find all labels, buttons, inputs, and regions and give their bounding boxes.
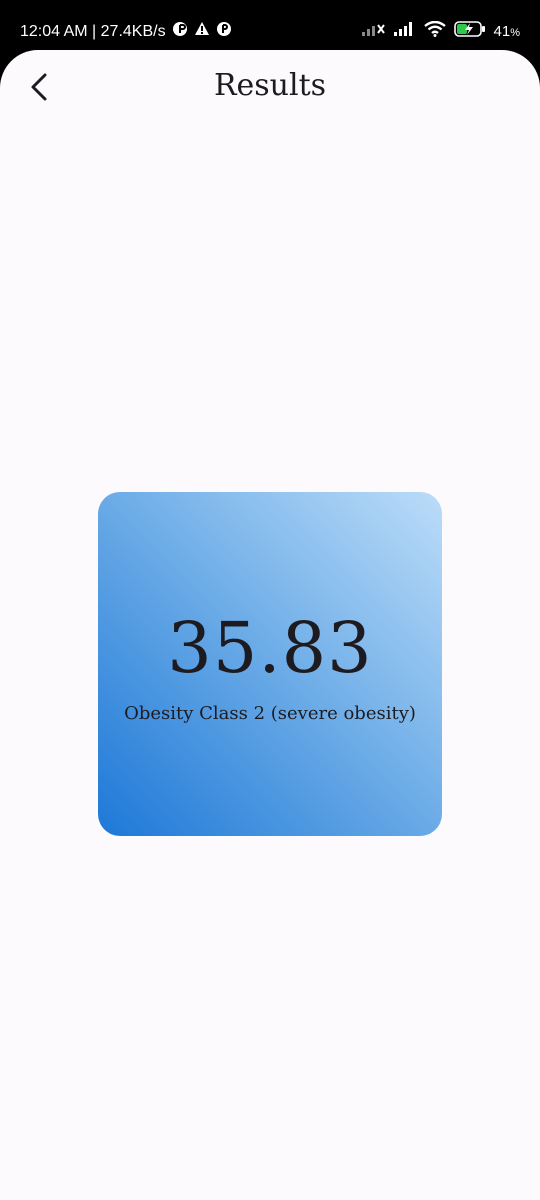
bmi-result-card: 35.83 Obesity Class 2 (severe obesity) [98,492,442,836]
battery-charging-icon [453,21,486,41]
status-bar: 12:04 AM | 27.4KB/s 41% [0,0,540,52]
app-notification-icon-2 [216,21,232,42]
status-right: 41% [361,20,520,41]
signal-no-service-icon [361,22,386,40]
status-time-speed: 12:04 AM | 27.4KB/s [20,22,166,40]
bmi-category: Obesity Class 2 (severe obesity) [124,702,416,724]
warning-icon [194,21,210,42]
bmi-value: 35.83 [167,606,373,689]
status-left: 12:04 AM | 27.4KB/s [20,21,232,42]
app-notification-icon [172,21,188,42]
page-title: Results [213,68,327,103]
results-screen: Results 35.83 Obesity Class 2 (severe ob… [0,50,540,1200]
wifi-icon [423,20,446,41]
battery-percent: 41% [493,22,520,40]
signal-strength-icon [393,22,416,40]
